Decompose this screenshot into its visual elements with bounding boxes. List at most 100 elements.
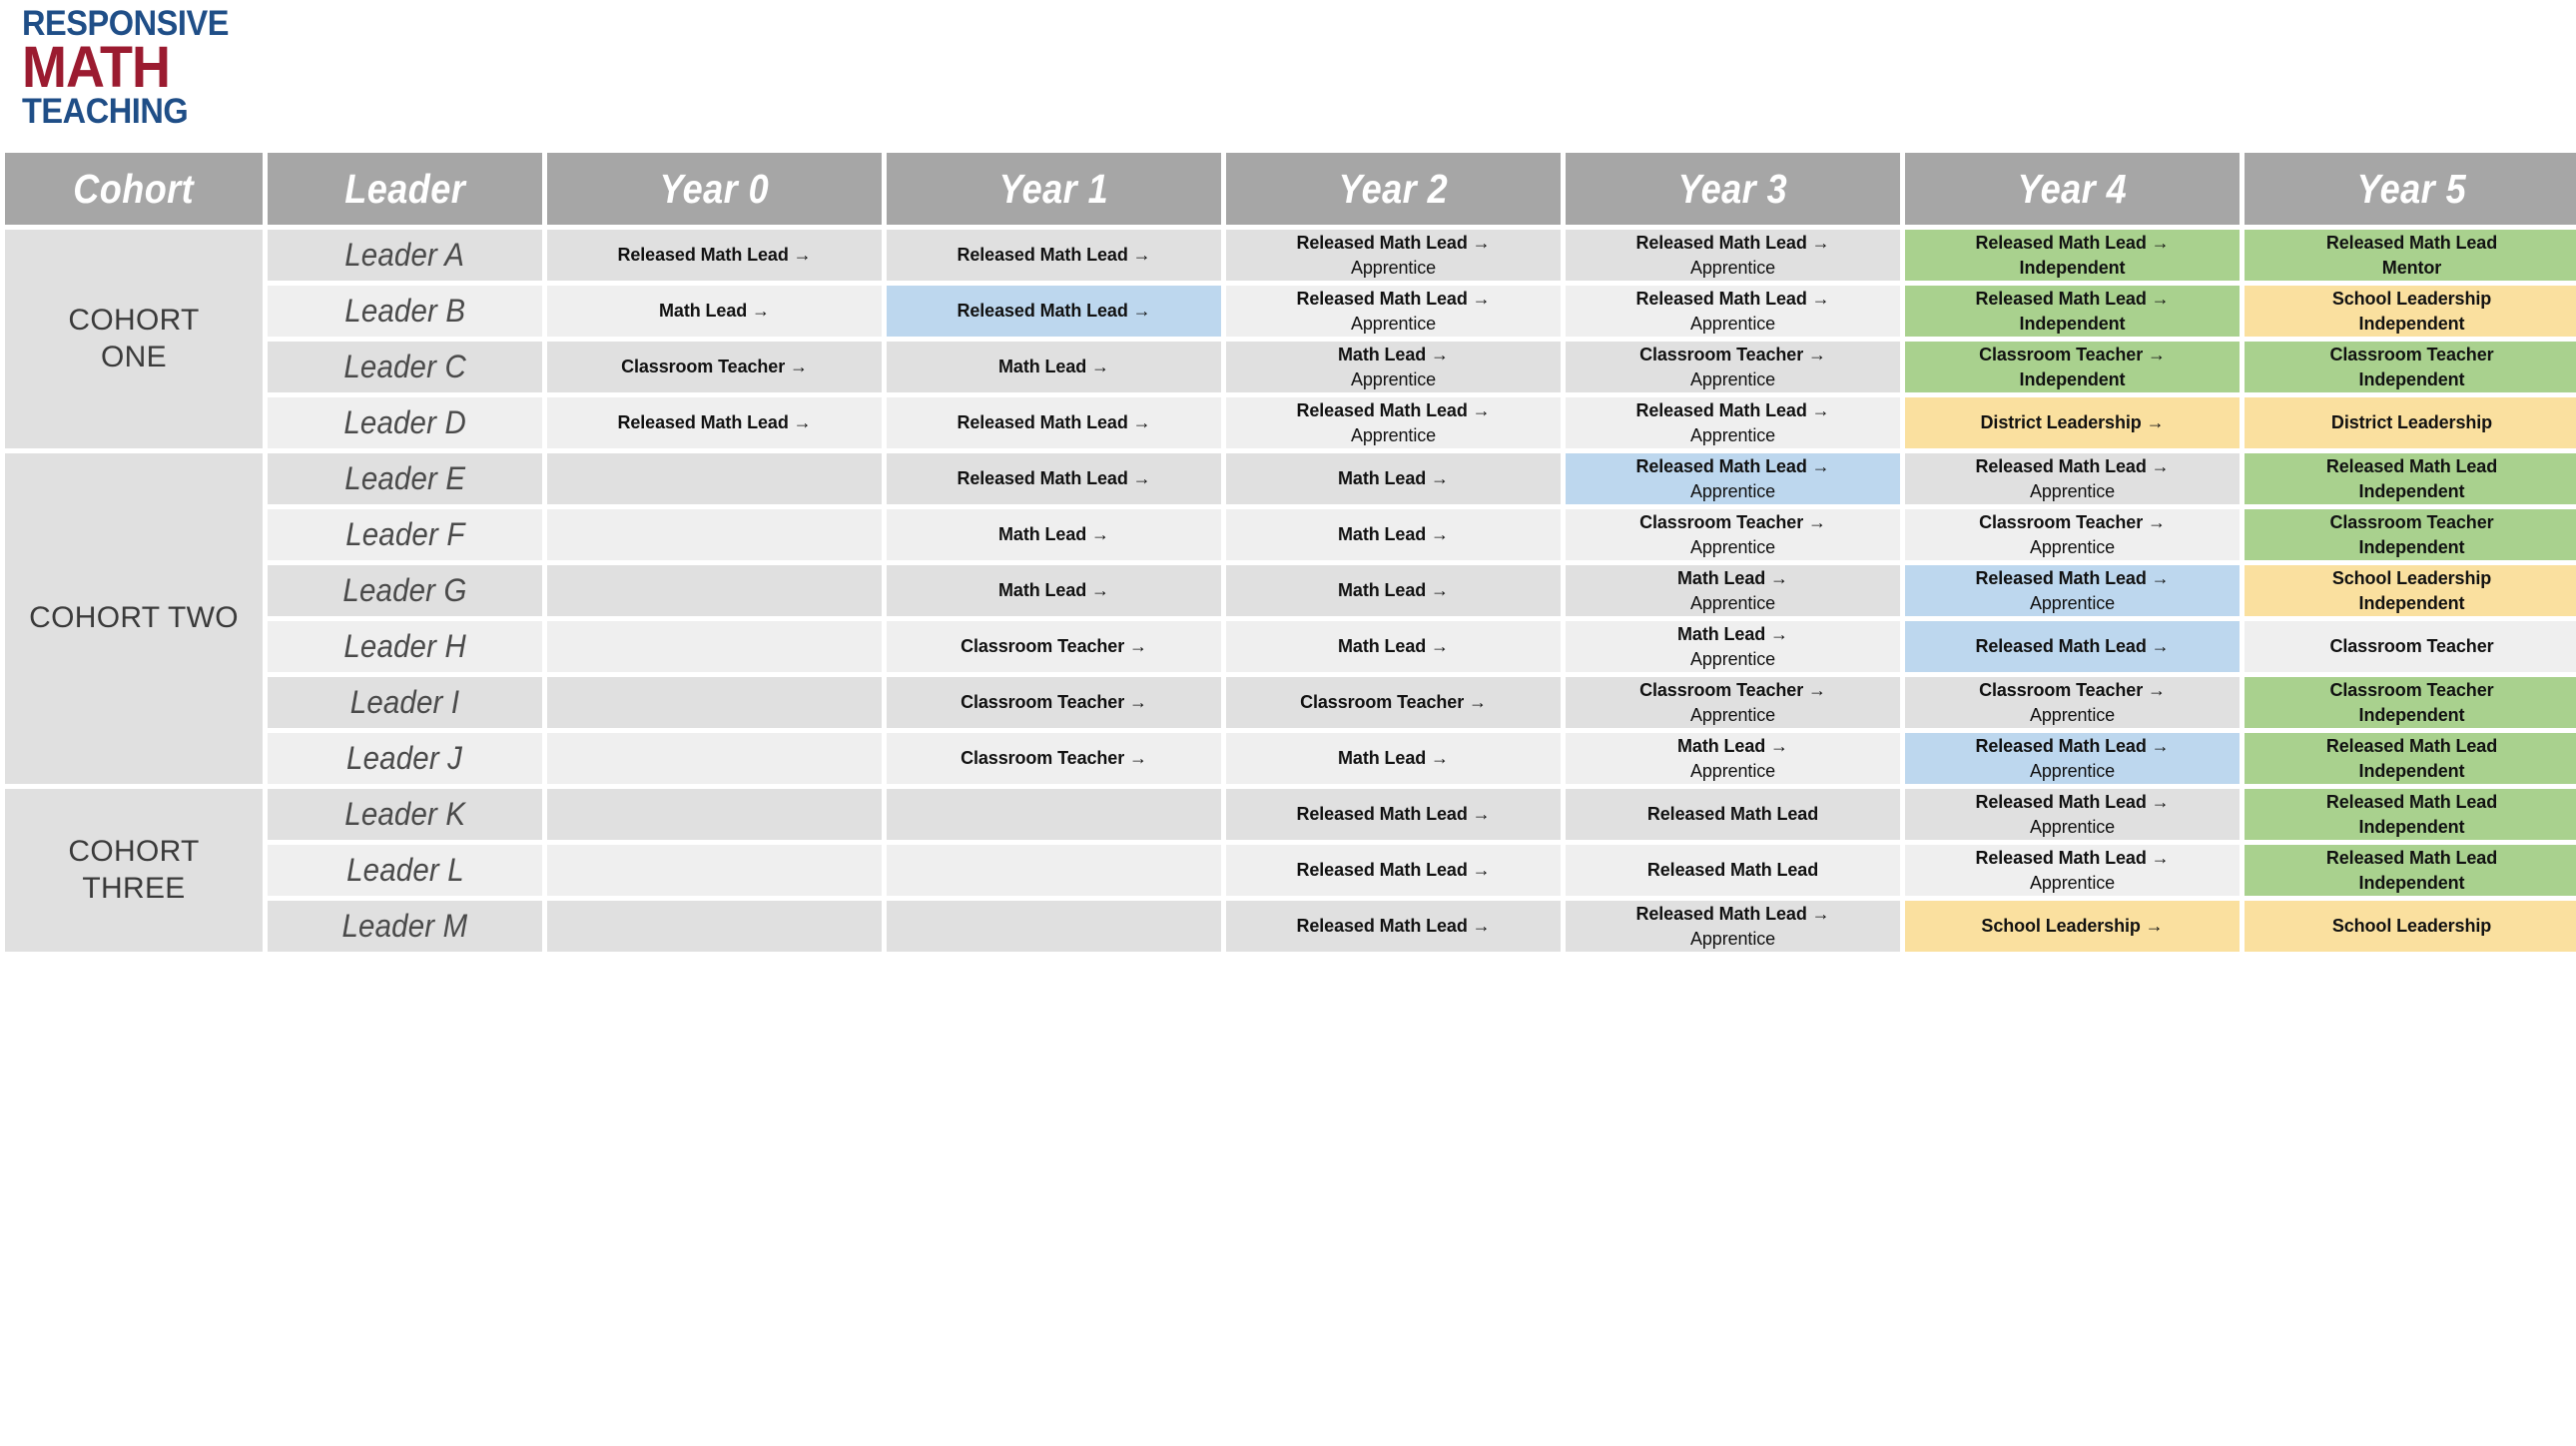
pathway-stage-label: Mentor <box>2381 257 2442 278</box>
pathway-role-label: Released Math Lead → <box>1635 400 1830 421</box>
table-body: COHORT ONE Leader A Released Math Lead → Rel… <box>5 230 2576 952</box>
pathway-role-label: Released Math Lead → <box>1975 289 2170 310</box>
leader-name-cell: Leader A <box>268 230 542 281</box>
pathway-role-label: Classroom Teacher → <box>961 692 1147 713</box>
pathway-stage-label: Independent <box>2358 704 2465 725</box>
pathway-role-label: Released Math Lead <box>1646 804 1819 825</box>
pathway-stage-label: Apprentice <box>2029 480 2116 501</box>
pathway-stage-label: Apprentice <box>1689 704 1776 725</box>
leader-name-cell: Leader I <box>268 677 542 728</box>
leader-name-cell: Leader H <box>268 621 542 672</box>
column-header-label: Year 2 <box>1338 165 1449 212</box>
pathway-role-label: Math Lead → <box>1338 636 1449 657</box>
pathway-stage-label: Apprentice <box>2029 872 2116 893</box>
column-header-label: Year 5 <box>2356 165 2467 212</box>
pathway-role-label: Released Math Lead → <box>1975 568 2170 589</box>
table-row: Leader C Classroom Teacher → Math Lead → Ma… <box>5 342 2576 392</box>
pathway-cell: Classroom Teacher <box>2245 621 2576 672</box>
pathway-role-label: Released Math Lead <box>2325 456 2498 477</box>
pathway-role-label: Math Lead → <box>1338 580 1449 601</box>
header-row: Cohort Leader Year 0 Year 1 Year 2 Year 3 Year… <box>5 153 2576 225</box>
pathway-cell: Released Math Lead → Independent <box>1905 286 2240 337</box>
pathway-cell: Released Math Lead → <box>1226 789 1561 840</box>
pathway-cell: Classroom Teacher → Apprentice <box>1905 677 2240 728</box>
leader-name-label: Leader K <box>344 796 465 832</box>
table-row: COHORT ONE Leader A Released Math Lead → Rel… <box>5 230 2576 448</box>
pathway-cell: Classroom Teacher Independent <box>2245 677 2576 728</box>
pathway-cell: District Leadership → <box>1905 397 2240 448</box>
pathway-cell <box>547 845 882 896</box>
pathway-cell: Classroom Teacher → Apprentice <box>1566 342 1900 392</box>
pathway-stage-label: Apprentice <box>1689 648 1776 669</box>
pathway-cell: Released Math Lead → Apprentice <box>1905 565 2240 616</box>
pathway-role-label: Classroom Teacher → <box>1979 345 2166 365</box>
pathway-role-label: Released Math Lead → <box>1296 400 1491 421</box>
leader-name-label: Leader E <box>344 460 465 496</box>
pathway-cell: Released Math Lead → Apprentice <box>1566 453 1900 504</box>
pathway-cell: Released Math Lead → Independent <box>1905 230 2240 281</box>
pathway-stage-label: Apprentice <box>2029 760 2116 781</box>
pathway-role-label: Released Math Lead → <box>1975 848 2170 869</box>
pathway-stage-label: Independent <box>2358 760 2465 781</box>
leader-name-label: Leader I <box>349 684 460 720</box>
pathway-cell: Math Lead → <box>887 342 1221 392</box>
leader-name-label: Leader F <box>344 516 465 552</box>
pathway-cell <box>887 901 1221 952</box>
table-header: Cohort Leader Year 0 Year 1 Year 2 Year 3 Year… <box>5 153 2576 225</box>
pathway-cell: Classroom Teacher → Apprentice <box>1905 509 2240 560</box>
pathway-stage-label: Independent <box>2019 257 2126 278</box>
leader-name-label: Leader C <box>343 349 466 384</box>
pathway-cell: Released Math Lead → Apprentice <box>1905 789 2240 840</box>
pathway-role-label: Classroom Teacher → <box>1639 512 1826 533</box>
column-header-year-4: Year 4 <box>1905 153 2240 225</box>
pathway-cell: Released Math Lead → Apprentice <box>1905 845 2240 896</box>
pathway-cell: Released Math Lead → Apprentice <box>1226 230 1561 281</box>
pathway-cell: Released Math Lead → <box>1226 845 1561 896</box>
pathway-role-label: Math Lead → <box>659 301 770 322</box>
pathway-cell: Math Lead → <box>1226 565 1561 616</box>
pathway-role-label: Classroom Teacher → <box>1300 692 1487 713</box>
cohort-label-line: THREE <box>82 871 186 905</box>
pathway-cell: Released Math Lead → Apprentice <box>1566 286 1900 337</box>
pathway-role-label: Classroom Teacher <box>2329 345 2494 365</box>
pathway-cell: Released Math Lead → Apprentice <box>1566 901 1900 952</box>
pathway-stage-label: Apprentice <box>1689 536 1776 557</box>
pathway-role-label: Released Math Lead → <box>1635 289 1830 310</box>
column-header-label: Leader <box>344 165 465 212</box>
pathway-stage-label: Apprentice <box>1350 424 1437 445</box>
pathway-role-label: Released Math Lead → <box>1296 860 1491 881</box>
pathway-cell: Released Math Lead <box>1566 845 1900 896</box>
pathway-cell: Released Math Lead → Apprentice <box>1905 453 2240 504</box>
pathway-cell: Classroom Teacher → <box>1226 677 1561 728</box>
pathway-cell: Math Lead → <box>887 565 1221 616</box>
pathway-role-label: Math Lead → <box>998 357 1109 377</box>
pathway-stage-label: Apprentice <box>1689 592 1776 613</box>
pathway-cell: School Leadership Independent <box>2245 565 2576 616</box>
pathway-role-label: Released Math Lead → <box>1975 456 2170 477</box>
pathway-cell <box>547 453 882 504</box>
column-header-year-1: Year 1 <box>887 153 1221 225</box>
pathway-cell: Classroom Teacher → <box>547 342 882 392</box>
pathway-cell <box>547 621 882 672</box>
pathway-role-label: Released Math Lead <box>2325 736 2498 757</box>
column-header-cohort: Cohort <box>5 153 263 225</box>
pathway-role-label: Released Math Lead → <box>1975 233 2170 254</box>
pathway-cell: Math Lead → <box>1226 453 1561 504</box>
pathway-role-label: Released Math Lead → <box>617 245 812 266</box>
cohort-label-cohort-one: COHORT ONE <box>5 230 263 448</box>
leader-name-label: Leader B <box>344 293 465 329</box>
pathway-stage-label: Apprentice <box>1689 313 1776 334</box>
column-header-year-5: Year 5 <box>2245 153 2576 225</box>
pathway-cell: Released Math Lead Independent <box>2245 453 2576 504</box>
pathway-stage-label: Apprentice <box>1689 760 1776 781</box>
pathway-cell: Classroom Teacher Independent <box>2245 509 2576 560</box>
pathway-role-label: Math Lead → <box>1338 524 1449 545</box>
cohort-label-line: ONE <box>101 340 167 373</box>
column-header-year-2: Year 2 <box>1226 153 1561 225</box>
pathway-role-label: Classroom Teacher <box>2329 680 2494 701</box>
pathway-cell: Released Math Lead → Apprentice <box>1226 286 1561 337</box>
table-row: Leader F Math Lead → Math Lead → Classroom … <box>5 509 2576 560</box>
pathway-cell: Released Math Lead → <box>887 397 1221 448</box>
leader-name-cell: Leader C <box>268 342 542 392</box>
pathway-stage-label: Independent <box>2358 816 2465 837</box>
